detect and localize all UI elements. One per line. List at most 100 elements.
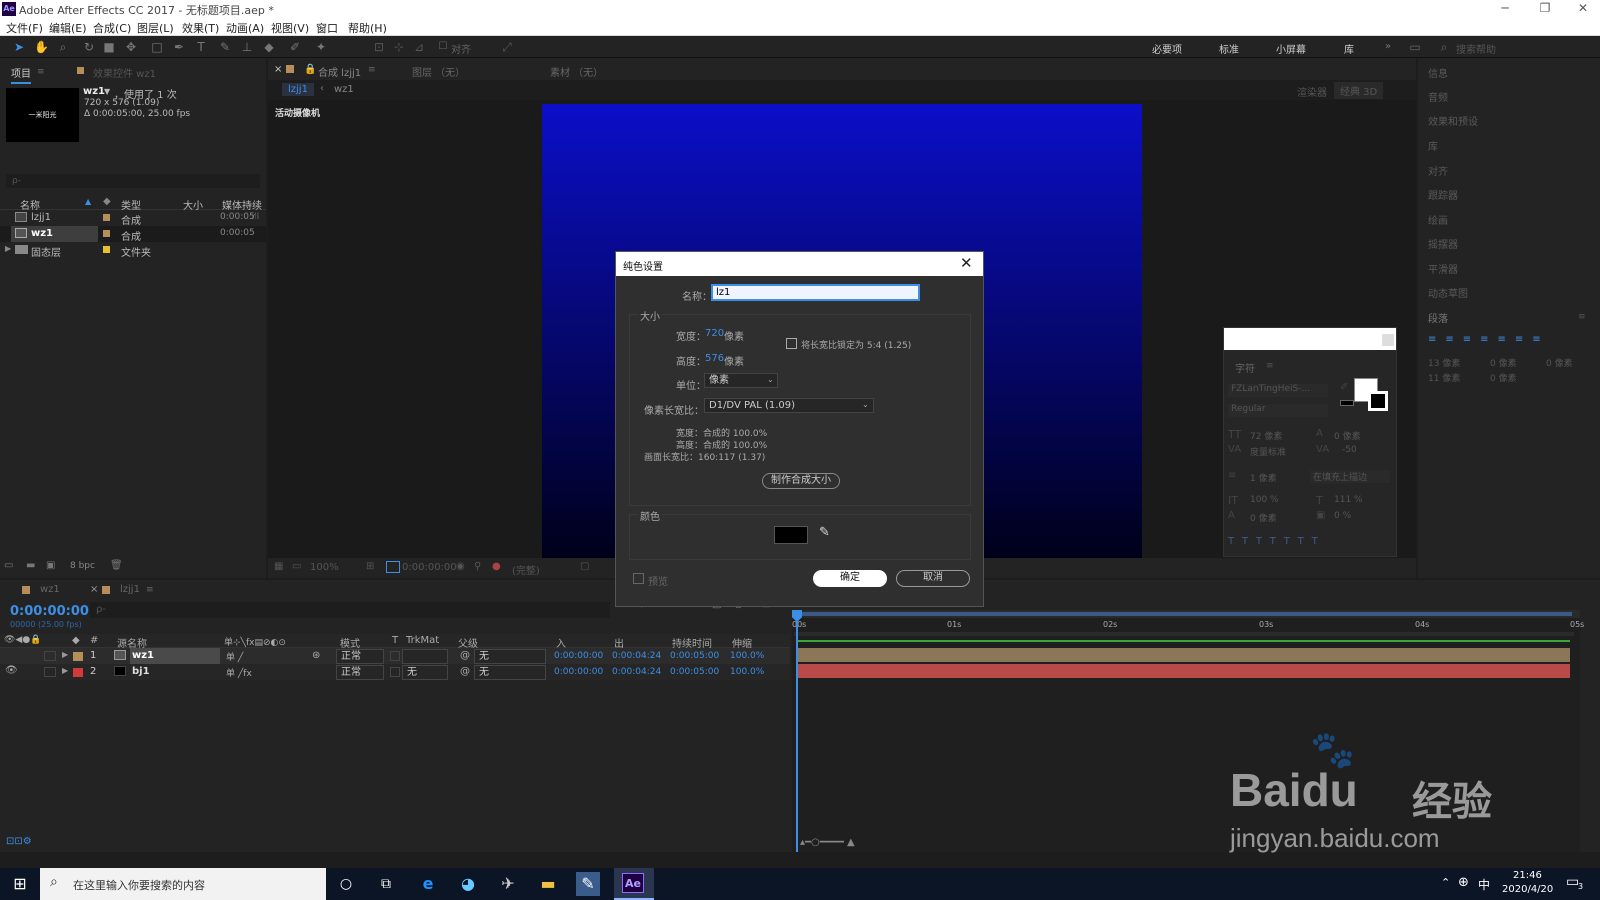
work-area-range[interactable] (796, 612, 1572, 616)
eraser-tool-icon[interactable]: ◆ (262, 40, 276, 54)
tray-chevron-icon[interactable]: ⌃ (1441, 876, 1450, 889)
label-tag-icon[interactable]: ◆ (72, 635, 80, 646)
eyedropper-icon[interactable]: ✐ (1340, 382, 1348, 393)
black-swatch[interactable] (1340, 400, 1354, 406)
menu-file[interactable]: 文件(F) (6, 20, 43, 36)
tab-layer[interactable]: 图层 （无） (412, 64, 465, 79)
close-icon[interactable]: ✕ (1568, 1, 1598, 15)
pixel-aspect-select[interactable]: D1/DV PAL (1.09) (704, 398, 874, 413)
app-icon-1[interactable]: ◕ (456, 872, 480, 896)
para-space-before[interactable]: 11 像素 (1428, 371, 1460, 384)
display-icon[interactable]: ▭ (292, 561, 301, 572)
para-indent-right[interactable]: 0 像素 (1490, 356, 1517, 369)
new-folder-icon[interactable]: ▬ (26, 560, 35, 571)
layer-2-duration-bar[interactable] (798, 664, 1570, 678)
layer-out-time[interactable]: 0:00:04:24 (612, 651, 661, 661)
menu-help[interactable]: 帮助(H) (348, 20, 387, 36)
panel-info[interactable]: 信息 (1428, 65, 1448, 80)
resolution-dropdown[interactable]: (完整) (512, 562, 540, 577)
tsume-value[interactable]: 0 % (1334, 511, 1351, 521)
layer-in-time[interactable]: 0:00:00:00 (554, 651, 603, 661)
panel-motion-sketch[interactable]: 动态草图 (1428, 285, 1468, 300)
dialog-close-icon[interactable]: ✕ (960, 254, 973, 272)
make-comp-size-button[interactable]: 制作合成大小 (762, 473, 840, 489)
after-effects-taskbar-button[interactable]: Ae (614, 868, 654, 900)
label-tag-icon[interactable]: ◆ (103, 196, 111, 207)
breadcrumb-lzjj1[interactable]: lzjj1 (282, 83, 314, 96)
tab-footage[interactable]: 素材 （无） (550, 64, 603, 79)
layer-name[interactable]: wz1 (130, 648, 220, 664)
char-panel-close-icon[interactable] (1382, 334, 1394, 346)
cortana-icon[interactable]: ○ (334, 872, 358, 896)
preview-dropdown-icon[interactable]: ▼ (104, 87, 110, 96)
layer-in-time[interactable]: 0:00:00:00 (554, 667, 603, 677)
tab-project[interactable]: 项目 (11, 65, 31, 84)
brush-tool-icon[interactable]: ✎ (218, 40, 232, 54)
layer-switches-icons[interactable]: 单 ╱ (226, 650, 243, 663)
network-icon[interactable]: ⊕ (1458, 875, 1469, 890)
workspace-essentials[interactable]: 必要项 (1152, 41, 1182, 56)
para-indent-first[interactable]: 0 像素 (1546, 356, 1573, 369)
zoom-dropdown[interactable]: 100% (310, 562, 339, 573)
project-search-input[interactable]: ρ- (6, 174, 260, 188)
workspace-standard[interactable]: 标准 (1219, 41, 1239, 56)
panel-audio[interactable]: 音频 (1428, 89, 1448, 104)
close-tab-icon[interactable]: × (90, 584, 98, 595)
expand-arrow-icon[interactable]: ▶ (62, 650, 68, 659)
panel-effects-presets[interactable]: 效果和预设 (1428, 113, 1478, 128)
menu-view[interactable]: 视图(V) (271, 20, 309, 36)
lock-icon[interactable]: 🔒 (304, 64, 316, 75)
stroke-color-swatch[interactable] (1368, 391, 1388, 411)
trash-icon[interactable]: 🗑 (110, 560, 123, 571)
new-comp-icon[interactable]: ▣ (46, 560, 55, 571)
stroke-width-value[interactable]: 1 像素 (1250, 471, 1277, 484)
task-view-icon[interactable]: ⧉ (374, 872, 398, 896)
eyedropper-icon[interactable]: ✎ (819, 525, 830, 540)
layer-parent-select[interactable]: 无 (474, 665, 546, 680)
playhead[interactable] (796, 610, 798, 852)
pan-behind-tool-icon[interactable]: ✥ (124, 40, 138, 54)
baseline-value[interactable]: 0 像素 (1250, 511, 1277, 524)
hscale-value[interactable]: 111 % (1334, 495, 1363, 505)
app-icon-2[interactable]: ✈ (496, 872, 520, 896)
rectangle-tool-icon[interactable]: □ (150, 40, 164, 54)
parent-pickwhip-icon[interactable]: @ (460, 666, 470, 677)
menu-effect[interactable]: 效果(T) (182, 20, 219, 36)
interpret-footage-icon[interactable]: ▭ (4, 560, 13, 571)
grid-icon[interactable]: ⊞ (366, 561, 374, 572)
preview-checkbox[interactable] (633, 573, 644, 584)
menu-animation[interactable]: 动画(A) (226, 20, 264, 36)
work-area-bar[interactable] (792, 610, 1580, 618)
layer-duration[interactable]: 0:00:05:00 (670, 651, 719, 661)
panel-paragraph[interactable]: 段落 (1428, 310, 1448, 325)
pen-tool-icon[interactable]: ✒ (172, 40, 186, 54)
panel-tracker[interactable]: 跟踪器 (1428, 187, 1458, 202)
font-style-select[interactable]: Regular (1228, 404, 1328, 417)
timeline-search-input[interactable]: ρ- (90, 602, 610, 618)
roto-brush-tool-icon[interactable]: ✐ (288, 40, 302, 54)
layer-mode-select[interactable]: 正常 (336, 665, 384, 680)
col-preserve-transparency[interactable]: T (392, 635, 398, 646)
layer-label-color[interactable] (73, 652, 83, 661)
app-icon-3[interactable]: ✎ (576, 872, 600, 896)
preserve-transparency-toggle[interactable] (390, 651, 400, 661)
panel-menu-icon[interactable]: ≡ (146, 585, 154, 595)
vscale-value[interactable]: 100 % (1250, 495, 1279, 505)
renderer-mode[interactable]: 经典 3D (1334, 82, 1384, 99)
lock-aspect-checkbox[interactable] (786, 338, 797, 349)
sync-settings-icon[interactable]: ▭ (1408, 40, 1422, 54)
av-switches-icons[interactable]: 👁◀●🔒 (4, 635, 41, 645)
layer-label-color[interactable] (73, 668, 83, 677)
zoom-slider[interactable]: ▴━○━━━━ ▲ (800, 837, 880, 849)
restore-icon[interactable]: ❐ (1530, 1, 1560, 15)
bpc-label[interactable]: 8 bpc (70, 561, 95, 571)
more-workspaces-icon[interactable]: » (1385, 41, 1391, 52)
font-family-select[interactable]: FZLanTingHeiS-... (1228, 384, 1328, 397)
show-snapshot-icon[interactable]: ⚲ (474, 561, 481, 572)
workspace-libraries[interactable]: 库 (1344, 41, 1354, 56)
para-indent-left[interactable]: 13 像素 (1428, 356, 1460, 369)
project-item-lzjj1[interactable]: lzjj1 合成 0:00:05 ⛙ (0, 210, 266, 227)
tracking-value[interactable]: -50 (1342, 445, 1357, 455)
panel-menu-icon[interactable]: ≡ (368, 65, 376, 75)
magnifier-icon[interactable]: ▦ (274, 561, 283, 572)
